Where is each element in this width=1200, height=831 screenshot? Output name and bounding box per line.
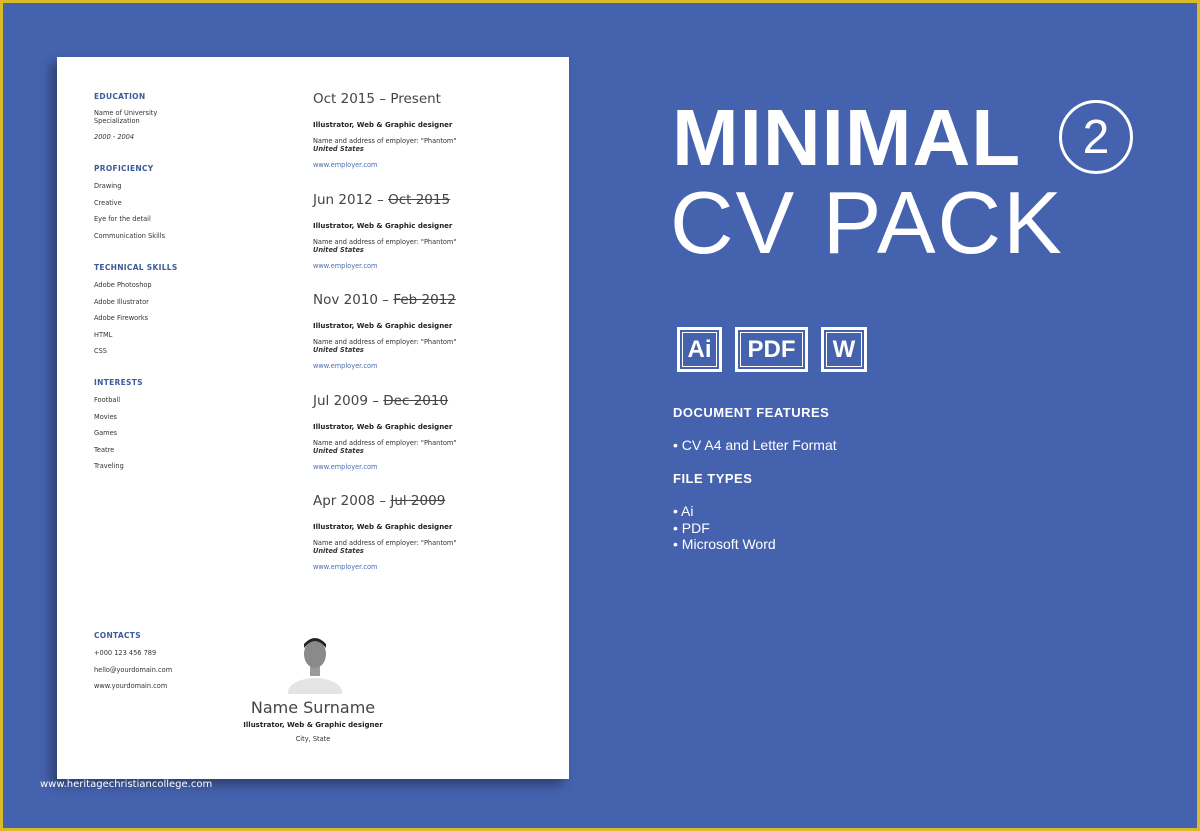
- list-item: Communication Skills: [94, 231, 166, 240]
- list-item: Traveling: [94, 462, 124, 471]
- section-heading-contacts: CONTACTS: [94, 631, 141, 640]
- list-item: Creative: [94, 198, 122, 207]
- contact-item: +000 123 456 789: [94, 649, 157, 657]
- list-item: Movies: [94, 412, 117, 421]
- employer-country: United States: [313, 446, 364, 455]
- title-minimal: MINIMAL: [672, 93, 1022, 182]
- section-heading-interests: INTERESTS: [94, 378, 143, 387]
- employer-address: Name and address of employer: "Phantom": [313, 237, 457, 246]
- cv-role: Illustrator, Web & Graphic designer: [243, 721, 383, 729]
- list-item: Games: [94, 429, 118, 438]
- employer-address: Name and address of employer: "Phantom": [313, 338, 457, 346]
- education-line: Specialization: [94, 117, 140, 125]
- filetype-item: • PDF: [673, 520, 710, 536]
- date-start: Jul 2009 –: [313, 392, 384, 409]
- job-title: Illustrator, Web & Graphic designer: [313, 322, 453, 330]
- date-end: Jul 2009: [390, 493, 446, 509]
- employer-address: Name and address of employer: "Phantom": [313, 539, 457, 547]
- list-item: CSS: [94, 347, 107, 356]
- date-end: Present: [390, 91, 441, 107]
- contact-item: www.yourdomain.com: [94, 682, 168, 691]
- cv-location: City, State: [295, 735, 331, 743]
- date-start: Oct 2015 –: [313, 91, 391, 107]
- employer-link[interactable]: www.employer.com: [313, 362, 377, 370]
- list-item: Teatre: [94, 445, 115, 454]
- employer-country: United States: [313, 145, 364, 153]
- format-ai-badge: Ai: [677, 327, 722, 372]
- section-heading-technical: TECHNICAL SKILLS: [94, 263, 178, 272]
- employer-address: Name and address of employer: "Phantom": [313, 137, 457, 145]
- contact-item: hello@yourdomain.com: [94, 665, 173, 674]
- format-label: Ai: [687, 335, 712, 363]
- list-item: Drawing: [94, 182, 122, 190]
- filetype-item: • Ai: [673, 503, 694, 519]
- experience-date: Jun 2012 – Oct 2015: [313, 192, 450, 208]
- profile-photo: [286, 634, 344, 706]
- job-title: Illustrator, Web & Graphic designer: [313, 422, 453, 431]
- date-start: Jun 2012 –: [313, 191, 389, 208]
- feature-item: • CV A4 and Letter Format: [673, 437, 837, 453]
- list-item: HTML: [94, 330, 113, 339]
- job-title: Illustrator, Web & Graphic designer: [313, 221, 453, 230]
- employer-link[interactable]: www.employer.com: [313, 463, 377, 471]
- list-item: Eye for the detail: [94, 215, 151, 224]
- experience-date: Nov 2010 – Feb 2012: [313, 292, 456, 308]
- employer-country: United States: [313, 245, 364, 254]
- format-label: W: [832, 335, 856, 363]
- list-item: Adobe Photoshop: [94, 281, 152, 289]
- filetypes-heading: FILE TYPES: [673, 471, 753, 486]
- employer-link[interactable]: www.employer.com: [313, 563, 377, 571]
- cv-name: Name Surname: [250, 698, 376, 717]
- format-word-badge: W: [821, 327, 867, 372]
- employer-address: Name and address of employer: "Phantom": [313, 438, 457, 447]
- features-heading: DOCUMENT FEATURES: [673, 405, 830, 420]
- list-item: Adobe Illustrator: [94, 297, 149, 306]
- number-2-badge: 2: [1059, 100, 1133, 174]
- education-line: Name of University: [94, 109, 158, 117]
- watermark: www.heritagechristiancollege.com: [40, 779, 213, 790]
- employer-country: United States: [313, 346, 364, 354]
- list-item: Adobe Fireworks: [94, 314, 149, 323]
- date-end: Feb 2012: [393, 292, 456, 308]
- section-heading-education: EDUCATION: [94, 92, 146, 101]
- title-cv-pack: CV PACK: [670, 173, 1064, 272]
- badge-number: 2: [1082, 110, 1110, 164]
- employer-link[interactable]: www.employer.com: [313, 262, 377, 270]
- date-end: Dec 2010: [383, 392, 449, 409]
- list-item: Football: [94, 396, 121, 404]
- employer-country: United States: [313, 547, 364, 555]
- experience-date: Oct 2015 – Present: [313, 91, 441, 107]
- job-title: Illustrator, Web & Graphic designer: [313, 121, 453, 129]
- filetype-item: • Microsoft Word: [673, 536, 776, 552]
- experience-date: Jul 2009 – Dec 2010: [313, 393, 448, 409]
- job-title: Illustrator, Web & Graphic designer: [313, 523, 453, 531]
- format-label: PDF: [747, 335, 796, 363]
- date-end: Oct 2015: [388, 191, 451, 208]
- section-heading-proficiency: PROFICIENCY: [94, 164, 154, 173]
- experience-date: Apr 2008 – Jul 2009: [313, 493, 445, 509]
- date-start: Nov 2010 –: [313, 292, 394, 308]
- format-pdf-badge: PDF: [735, 327, 808, 372]
- education-years: 2000 - 2004: [94, 133, 135, 141]
- date-start: Apr 2008 –: [313, 493, 391, 509]
- employer-link[interactable]: www.employer.com: [313, 161, 377, 169]
